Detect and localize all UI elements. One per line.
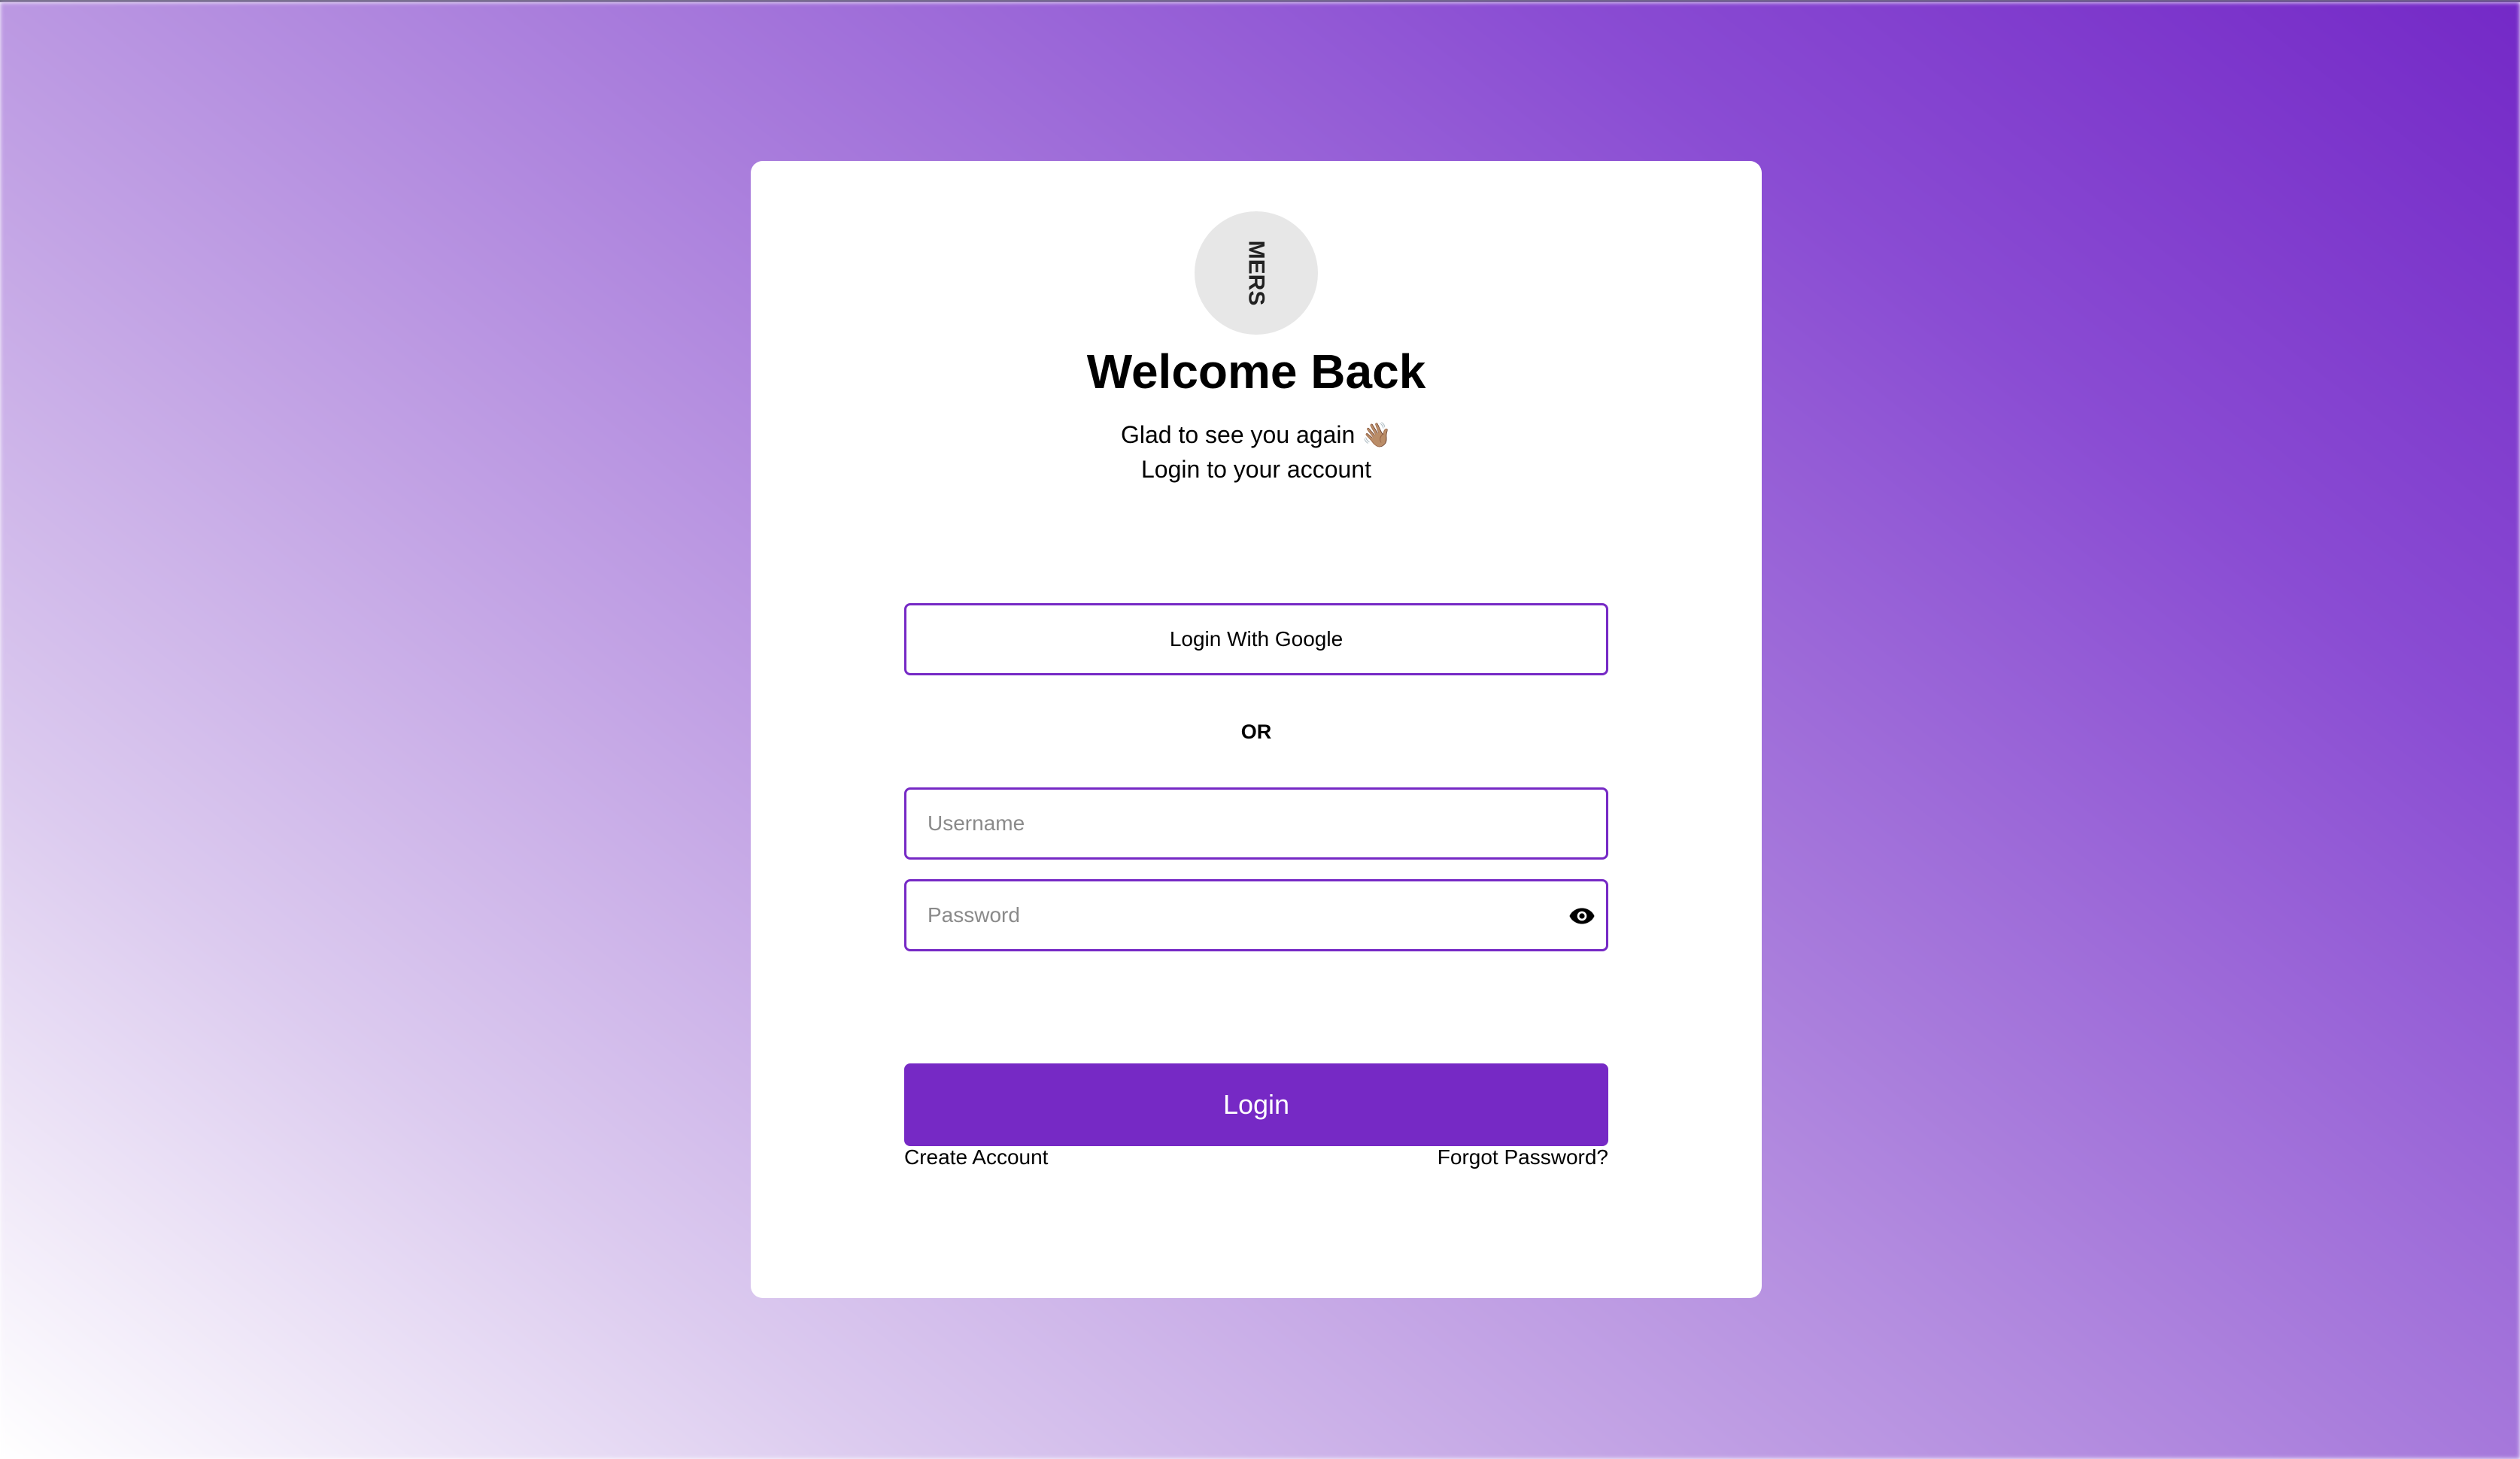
page-title: Welcome Back [1086,344,1426,399]
greeting-text: Glad to see you again 👋🏽 [1120,421,1392,448]
login-button-label: Login [1222,1089,1290,1120]
login-prompt-text: Login to your account [1141,456,1371,483]
create-account-link[interactable]: Create Account [904,1147,1048,1168]
eye-icon[interactable] [1568,902,1595,930]
password-field-container [904,879,1608,951]
username-input[interactable] [906,790,1606,857]
login-card: MERS Welcome Back Glad to see you again … [751,161,1762,1298]
logo-text: MERS [1244,241,1269,306]
password-input[interactable] [906,881,1606,949]
brand-logo-icon: MERS [1244,241,1269,306]
login-with-google-label: Login With Google [1169,627,1343,651]
login-button[interactable]: Login [904,1063,1608,1146]
forgot-password-link[interactable]: Forgot Password? [1438,1147,1608,1168]
username-field-container [904,787,1608,860]
login-screen: MERS Welcome Back Glad to see you again … [0,0,2520,1459]
login-with-google-button[interactable]: Login With Google [904,603,1608,675]
brand-logo: MERS [1195,211,1318,335]
or-divider: OR [1240,720,1272,743]
